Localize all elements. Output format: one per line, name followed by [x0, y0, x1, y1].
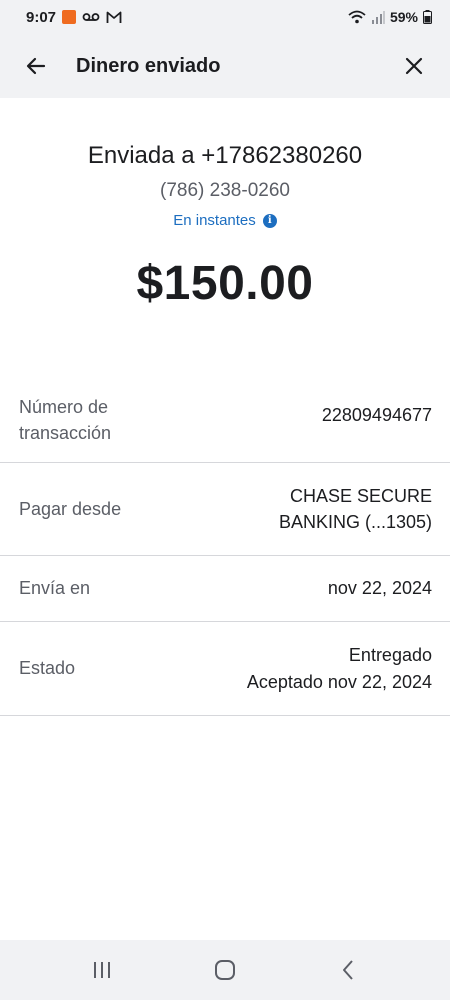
detail-value: Entregado Aceptado nov 22, 2024 [247, 642, 432, 694]
delivery-speed-link[interactable]: En instantes i [173, 212, 277, 229]
app-notification-icon [62, 10, 77, 24]
payment-summary: Enviada a +17862380260 (786) 238-0260 En… [0, 98, 450, 311]
close-icon [405, 57, 423, 75]
status-bar: 9:07 59% [0, 0, 450, 34]
page-title: Dinero enviado [76, 54, 221, 77]
wifi-icon [348, 10, 366, 24]
app-bar: Dinero enviado [0, 34, 450, 98]
recipient-phone: (786) 238-0260 [160, 180, 290, 201]
detail-row-send-date: Envía en nov 22, 2024 [0, 556, 450, 622]
status-value: Entregado [348, 645, 432, 666]
home-icon [214, 960, 235, 980]
transaction-details: Número de transacción 22809494677 Pagar … [0, 395, 450, 716]
close-button[interactable] [396, 48, 432, 84]
gmail-icon [106, 11, 122, 23]
system-back-button[interactable] [323, 950, 373, 990]
detail-row-transaction-number: Número de transacción 22809494677 [0, 395, 450, 463]
status-right: 59% [348, 9, 432, 25]
detail-label: Número de transacción [19, 396, 112, 443]
detail-row-pay-from: Pagar desde CHASE SECURE BANKING (...130… [0, 463, 450, 556]
voicemail-icon [82, 13, 100, 21]
account-name-line2: BANKING (...1305) [278, 512, 432, 532]
recent-apps-icon [93, 962, 110, 978]
detail-label: Pagar desde [19, 498, 122, 519]
detail-value: 22809494677 [321, 404, 432, 425]
back-button[interactable] [18, 48, 54, 84]
detail-label: Envía en [19, 578, 91, 599]
recipient-heading: Enviada a +17862380260 [87, 142, 363, 169]
back-icon [343, 960, 354, 980]
info-icon[interactable]: i [262, 213, 277, 228]
account-name-line1: CHASE SECURE [289, 485, 432, 506]
status-left: 9:07 [26, 9, 122, 26]
signal-icon [371, 10, 385, 24]
payment-amount: $150.00 [136, 257, 314, 310]
detail-row-status: Estado Entregado Aceptado nov 22, 2024 [0, 622, 450, 716]
arrow-left-icon [26, 57, 46, 75]
detail-label: Estado [19, 658, 76, 679]
status-date: Aceptado nov 22, 2024 [246, 671, 432, 692]
delivery-speed-label: En instantes [173, 212, 256, 229]
detail-value: nov 22, 2024 [327, 578, 432, 599]
battery-percent: 59% [389, 9, 418, 25]
home-button[interactable] [200, 950, 250, 990]
recent-apps-button[interactable] [77, 950, 127, 990]
status-time: 9:07 [26, 8, 57, 26]
detail-value: CHASE SECURE BANKING (...1305) [279, 483, 432, 535]
battery-icon [423, 10, 432, 24]
system-nav-bar [0, 940, 450, 1000]
